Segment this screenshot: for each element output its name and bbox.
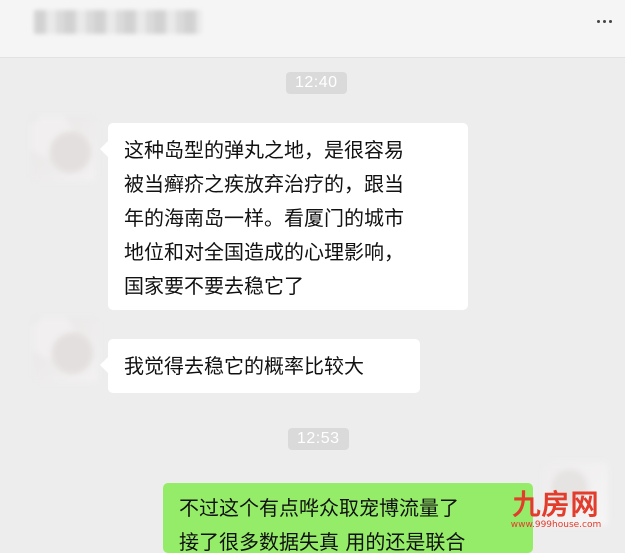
message-line: 国家要不要去稳它了 [124, 274, 304, 298]
avatar[interactable] [34, 318, 98, 382]
message-line: 这种岛型的弹丸之地，是很容易 [124, 138, 404, 162]
chat-header [0, 0, 625, 58]
message-line: 我觉得去稳它的概率比较大 [124, 354, 364, 378]
message-bubble-incoming[interactable]: 这种岛型的弹丸之地，是很容易 被当癣疥之疾放弃治疗的，跟当 年的海南岛一样。看厦… [100, 123, 468, 310]
dot [602, 19, 606, 23]
avatar[interactable] [32, 117, 96, 181]
watermark-url: www.999house.com [510, 520, 602, 530]
dot [596, 19, 600, 23]
timestamp: 12:40 [286, 72, 347, 94]
message-bubble-outgoing[interactable]: 不过这个有点哗众取宠博流量了 接了很多数据失真 用的还是联合 [163, 483, 533, 553]
timestamp: 12:53 [288, 428, 349, 450]
watermark-logo-text: 九房网 [512, 488, 600, 521]
message-line: 被当癣疥之疾放弃治疗的，跟当 [124, 172, 404, 196]
chat-title-blurred [34, 10, 202, 34]
message-bubble-incoming[interactable]: 我觉得去稳它的概率比较大 [100, 339, 420, 393]
message-line: 不过这个有点哗众取宠博流量了 [179, 496, 459, 520]
dot [608, 19, 612, 23]
ellipsis-icon[interactable] [593, 15, 615, 27]
message-line: 年的海南岛一样。看厦门的城市 [124, 206, 404, 230]
message-line: 地位和对全国造成的心理影响， [124, 240, 404, 264]
message-line: 接了很多数据失真 用的还是联合 [179, 530, 466, 553]
site-watermark: 九房网 www.999house.com [497, 490, 615, 536]
